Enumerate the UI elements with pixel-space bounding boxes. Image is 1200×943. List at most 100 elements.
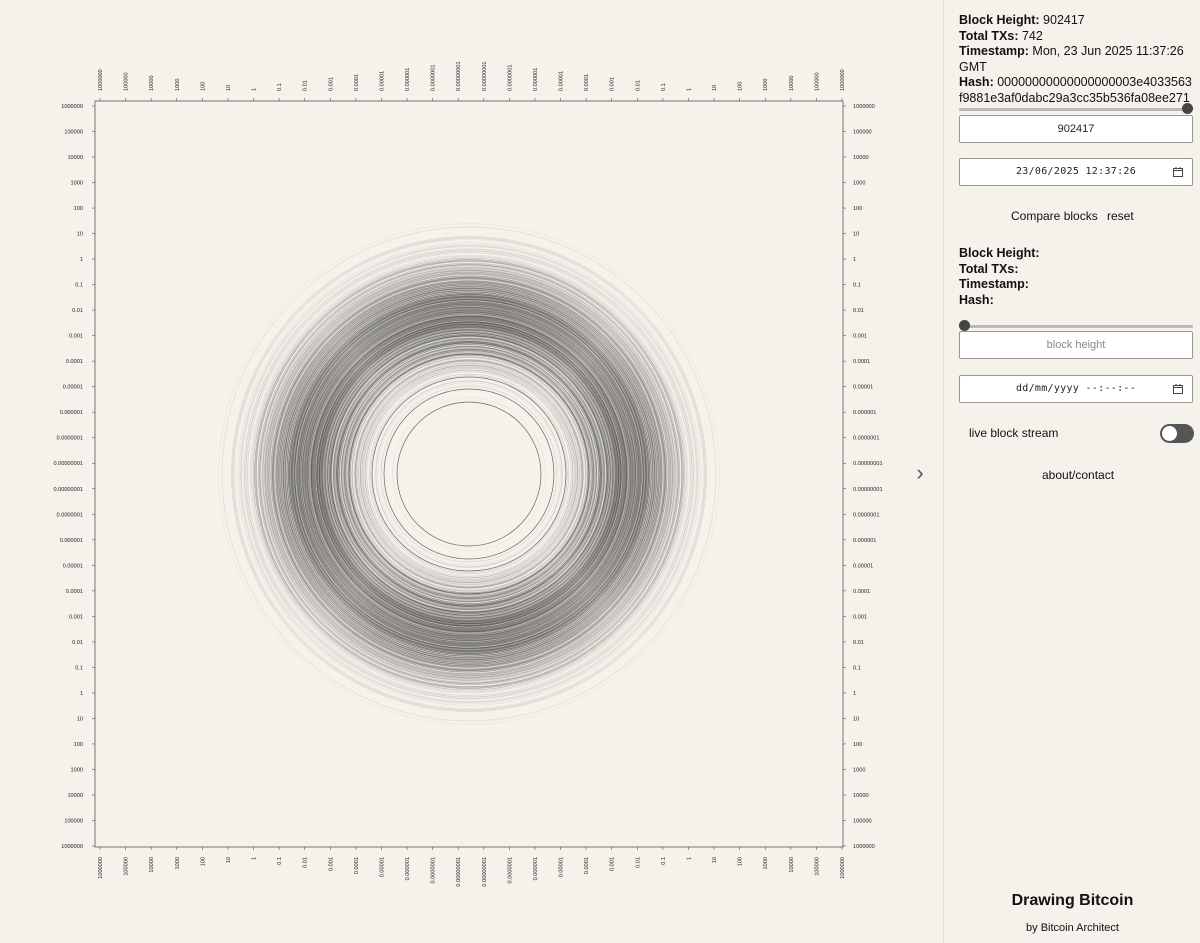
tx-ring	[337, 342, 601, 606]
datetime-input[interactable]: 23/06/2025 12:37:26	[959, 158, 1193, 186]
bottom-tick-label: 100000	[124, 857, 130, 876]
top-tick-label: 0.1	[661, 83, 667, 91]
live-stream-toggle[interactable]	[1160, 424, 1194, 443]
tx-ring	[364, 369, 574, 579]
compare-timestamp-label: Timestamp:	[959, 277, 1029, 291]
compare-datetime-input[interactable]: dd/mm/yyyy --:--:--	[959, 375, 1193, 403]
block-height-slider[interactable]	[959, 102, 1193, 116]
bottom-tick-label: 0.001	[610, 857, 616, 871]
block-height-value: 902417	[1043, 13, 1085, 27]
top-tick-label: 0.00000001	[456, 61, 462, 91]
right-tick-label: 0.0001	[853, 359, 870, 365]
top-tick-label: 0.000001	[533, 68, 539, 91]
right-tick-label: 100000	[853, 818, 872, 824]
compare-blocks-button[interactable]: Compare blocks	[1011, 209, 1098, 223]
right-tick-label: 10	[853, 716, 859, 722]
tx-ring	[356, 361, 582, 587]
block-height-input[interactable]: 902417	[959, 115, 1193, 143]
left-tick-label: 0.0000001	[57, 436, 83, 442]
bottom-tick-label: 0.00001	[379, 857, 385, 877]
bottom-tick-label: 1000000	[98, 857, 104, 879]
bottom-tick-label: 10	[226, 857, 232, 863]
brand-subtitle: by Bitcoin Architect	[1026, 922, 1119, 934]
left-tick-label: 10	[77, 232, 83, 238]
tx-ring	[349, 354, 589, 594]
left-tick-label: 1000	[71, 767, 83, 773]
tx-ring	[377, 382, 561, 566]
top-tick-label: 0.1	[277, 83, 283, 91]
bottom-tick-label: 1	[252, 857, 258, 860]
compare-datetime-placeholder: dd/mm/yyyy --:--:--	[1015, 383, 1137, 394]
top-tick-label: 1000	[763, 79, 769, 91]
right-tick-label: 10000	[853, 155, 869, 161]
chevron-right-icon[interactable]: ›	[912, 462, 928, 486]
top-tick-label: 100	[200, 82, 206, 91]
tx-ring	[364, 369, 574, 579]
top-tick-label: 0.0001	[584, 74, 590, 91]
block-height-input-value: 902417	[1057, 123, 1095, 135]
reset-button[interactable]: reset	[1107, 209, 1134, 223]
tx-ring	[351, 356, 587, 592]
top-tick-label: 0.00001	[559, 71, 565, 91]
calendar-icon[interactable]	[1173, 167, 1183, 177]
tx-ring	[375, 380, 563, 568]
top-tick-label: 1000000	[840, 69, 846, 91]
tx-ring	[368, 373, 570, 575]
left-tick-label: 100	[74, 742, 83, 748]
about-contact-link[interactable]: about/contact	[1042, 468, 1114, 482]
tx-ring	[357, 362, 581, 586]
tx-ring	[364, 369, 574, 579]
bottom-tick-label: 0.0001	[354, 857, 360, 874]
right-tick-label: 1000	[853, 767, 865, 773]
left-tick-label: 0.0001	[66, 589, 83, 595]
tx-ring	[337, 342, 601, 606]
tx-ring	[314, 319, 624, 629]
bottom-tick-label: 0.1	[661, 857, 667, 865]
right-tick-label: 1000000	[853, 844, 875, 850]
top-tick-label: 1000	[175, 79, 181, 91]
bottom-tick-label: 1	[686, 857, 692, 860]
slider-thumb[interactable]	[959, 320, 970, 331]
tx-ring	[337, 342, 601, 606]
slider-thumb[interactable]	[1182, 103, 1193, 114]
bottom-tick-label: 1000	[175, 857, 181, 869]
timestamp-label: Timestamp:	[959, 44, 1029, 58]
right-tick-label: 0.000001	[853, 538, 876, 544]
bottom-tick-label: 1000000	[840, 857, 846, 879]
left-tick-label: 0.01	[72, 308, 83, 314]
bottom-tick-label: 100000	[814, 857, 820, 876]
tx-ring	[344, 349, 594, 599]
tx-ring	[375, 380, 563, 568]
tx-ring	[349, 354, 589, 594]
left-tick-label: 0.001	[69, 334, 83, 340]
tx-ring	[358, 363, 580, 585]
bottom-tick-label: 1000	[763, 857, 769, 869]
calendar-icon[interactable]	[1173, 384, 1183, 394]
tx-ring	[351, 356, 587, 592]
hash-label: Hash:	[959, 75, 994, 89]
left-tick-label: 0.01	[72, 640, 83, 646]
plot-frame	[94, 100, 844, 848]
left-tick-label: 10	[77, 716, 83, 722]
left-tick-label: 0.0000001	[57, 512, 83, 518]
right-tick-label: 100	[853, 742, 862, 748]
left-tick-label: 1	[80, 257, 83, 263]
compare-txs-label: Total TXs:	[959, 261, 1019, 276]
bottom-tick-label: 100	[738, 857, 744, 866]
compare-block-info: Block Height: Total TXs: Timestamp: Hash…	[959, 246, 1194, 308]
bottom-tick-label: 100	[200, 857, 206, 866]
top-tick-label: 0.000001	[405, 68, 411, 91]
top-tick-label: 0.001	[328, 77, 334, 91]
tx-ring	[396, 401, 542, 547]
right-tick-label: 0.0000001	[853, 436, 879, 442]
compare-height-input[interactable]: block height	[959, 331, 1193, 359]
left-tick-label: 0.0001	[66, 359, 83, 365]
bottom-tick-label: 0.00001	[559, 857, 565, 877]
tx-ring	[267, 272, 671, 676]
current-block-info: Block Height: 902417 Total TXs: 742 Time…	[959, 13, 1194, 106]
bottom-tick-label: 0.00000001	[482, 857, 488, 887]
top-tick-label: 1000000	[98, 69, 104, 91]
tx-ring	[392, 397, 546, 551]
tx-ring	[368, 373, 570, 575]
right-tick-label: 0.0000001	[853, 512, 879, 518]
